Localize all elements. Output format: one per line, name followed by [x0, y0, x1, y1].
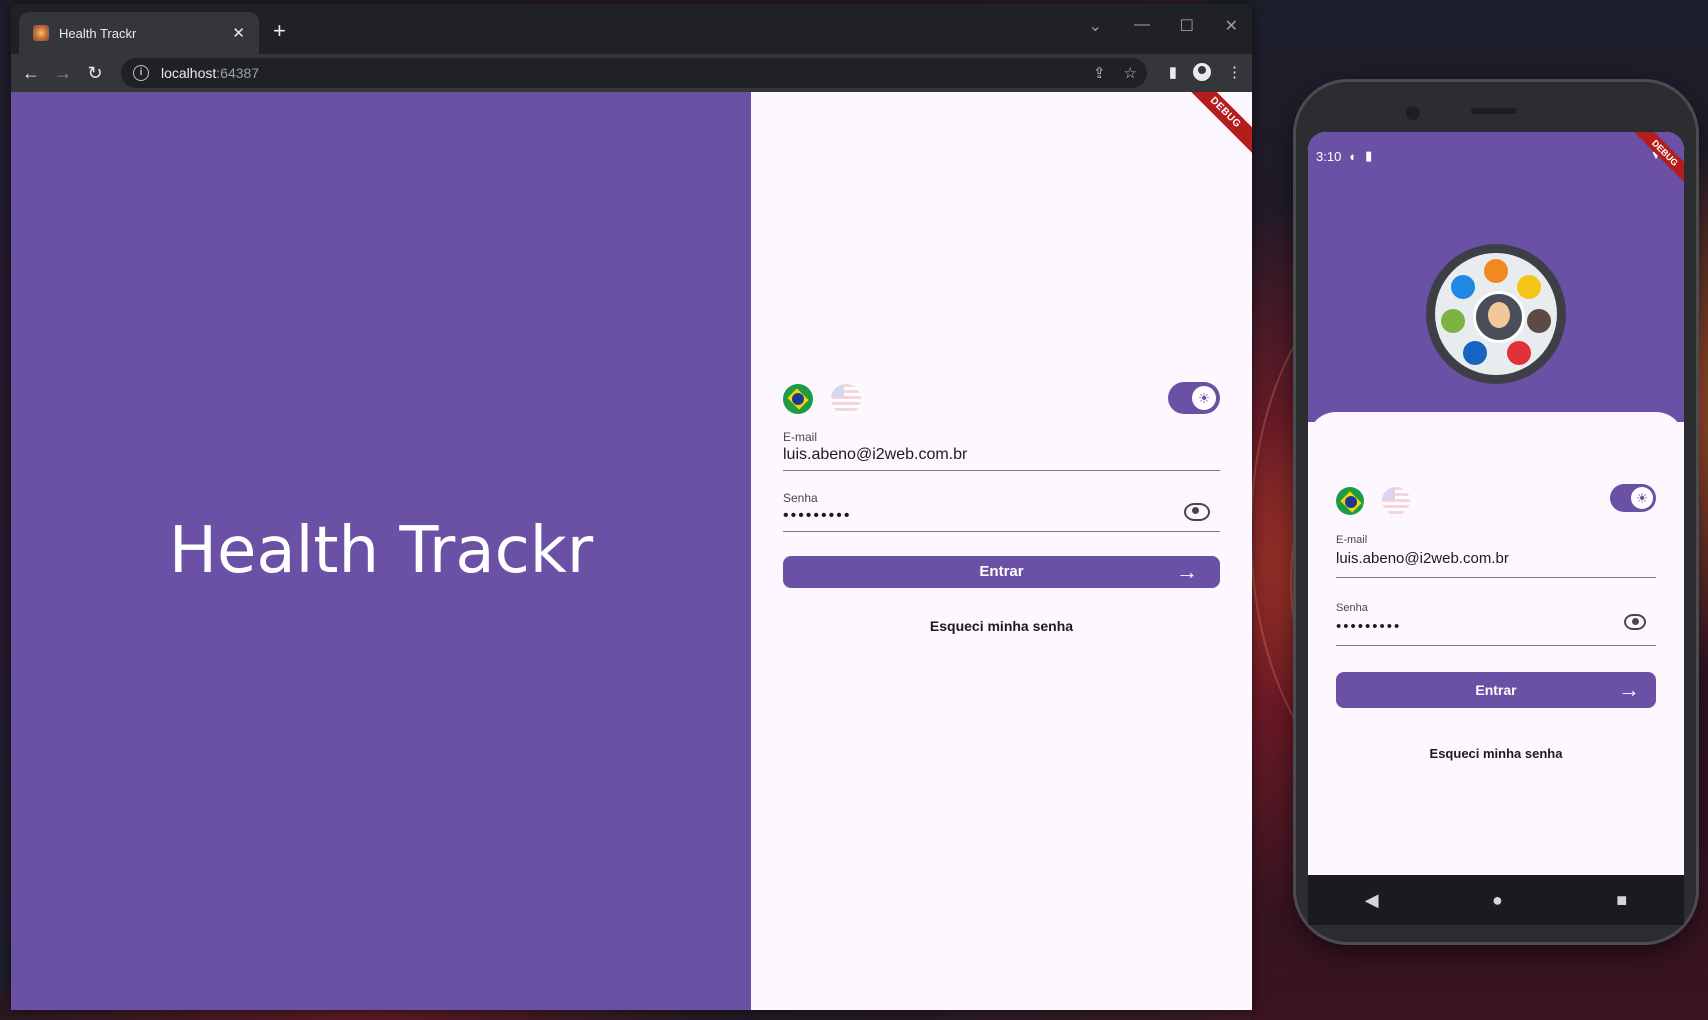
email-value[interactable]: luis.abeno@i2web.com.br: [1336, 550, 1656, 567]
phone-login-sheet: ☀ E-mail luis.abeno@i2web.com.br Senha •…: [1308, 412, 1684, 875]
email-value[interactable]: luis.abeno@i2web.com.br: [783, 446, 1220, 464]
us-flag-icon[interactable]: [831, 384, 861, 414]
maximize-button[interactable]: ☐: [1180, 16, 1194, 36]
phone-camera: [1406, 106, 1420, 120]
status-time: 3:10: [1316, 148, 1342, 164]
email-label: E-mail: [783, 430, 818, 444]
browser-window: Health Trackr ✕ + ⌄ — ☐ ✕ ← → ↻ i localh…: [11, 4, 1252, 1010]
phone-theme-toggle[interactable]: ☀: [1610, 484, 1656, 512]
avatar: [1473, 291, 1525, 343]
home-nav-icon[interactable]: ●: [1492, 890, 1503, 911]
sim-icon: ▮: [1365, 148, 1373, 163]
heart-icon: [1507, 341, 1531, 365]
eye-icon[interactable]: [1184, 503, 1210, 521]
sidepanel-icon[interactable]: ▮: [1169, 63, 1177, 81]
phone-email-field[interactable]: E-mail luis.abeno@i2web.com.br: [1336, 534, 1656, 578]
bottle-icon: [1451, 275, 1475, 299]
phone-header: 3:10 ◐ ▮ ▼ ▮ DEBUG: [1308, 132, 1684, 422]
url-text: localhost:64387: [161, 65, 260, 81]
brand-panel: Health Trackr: [11, 92, 751, 1010]
favicon-icon: [33, 25, 49, 41]
new-tab-button[interactable]: +: [273, 18, 286, 44]
browser-tab[interactable]: Health Trackr ✕: [19, 12, 259, 54]
bike-icon: [1441, 309, 1465, 333]
back-icon[interactable]: ←: [15, 63, 47, 84]
phone-language-row: ☀: [1336, 484, 1656, 518]
email-label: E-mail: [1336, 534, 1368, 546]
phone-emulator: 3:10 ◐ ▮ ▼ ▮ DEBUG: [1296, 82, 1696, 942]
password-label: Senha: [1336, 602, 1368, 614]
share-icon[interactable]: ⇪: [1093, 64, 1106, 82]
login-button-label: Entrar: [979, 563, 1024, 580]
scale-icon: [1517, 275, 1541, 299]
brazil-flag-icon[interactable]: [1336, 487, 1364, 515]
password-value[interactable]: •••••••••: [1336, 618, 1656, 635]
forgot-password-link[interactable]: Esqueci minha senha: [783, 618, 1220, 634]
brand-title: Health Trackr: [168, 514, 594, 588]
dumbbell-icon: [1463, 341, 1487, 365]
profile-icon[interactable]: [1193, 63, 1211, 81]
close-window-button[interactable]: ✕: [1225, 16, 1238, 36]
language-row: ☀: [783, 382, 1220, 416]
status-icon: ◐: [1349, 148, 1358, 164]
address-bar[interactable]: i localhost:64387 ⇪ ☆: [121, 58, 1147, 88]
minimize-button[interactable]: —: [1134, 16, 1150, 34]
login-panel: DEBUG ☀ E-mail luis.abeno@i2web.com.br S…: [751, 92, 1252, 1010]
app-logo: [1426, 244, 1566, 384]
recents-nav-icon[interactable]: ■: [1616, 890, 1627, 911]
plate-icon: [1527, 309, 1551, 333]
status-bar: 3:10 ◐ ▮: [1316, 148, 1372, 164]
login-form: ☀ E-mail luis.abeno@i2web.com.br Senha •…: [783, 382, 1220, 634]
email-field[interactable]: E-mail luis.abeno@i2web.com.br: [783, 430, 1220, 471]
phone-login-form: ☀ E-mail luis.abeno@i2web.com.br Senha •…: [1336, 484, 1656, 761]
login-button[interactable]: Entrar →: [783, 556, 1220, 588]
us-flag-icon[interactable]: [1382, 487, 1410, 515]
arrow-right-icon: →: [1618, 677, 1640, 702]
password-value[interactable]: •••••••••: [783, 507, 1220, 525]
sun-icon: ☀: [1631, 487, 1653, 509]
reload-icon[interactable]: ↻: [79, 63, 111, 84]
phone-screen: 3:10 ◐ ▮ ▼ ▮ DEBUG: [1308, 132, 1684, 875]
debug-banner: DEBUG: [1179, 92, 1252, 159]
apple-icon: [1484, 259, 1508, 283]
phone-login-button[interactable]: Entrar →: [1336, 672, 1656, 708]
info-icon[interactable]: i: [133, 65, 149, 81]
sun-icon: ☀: [1192, 386, 1216, 410]
theme-toggle[interactable]: ☀: [1168, 382, 1220, 414]
password-field[interactable]: Senha •••••••••: [783, 491, 1220, 532]
arrow-right-icon: →: [1176, 559, 1198, 584]
tab-title: Health Trackr: [59, 25, 137, 41]
eye-icon[interactable]: [1624, 614, 1646, 630]
forward-icon[interactable]: →: [47, 63, 79, 84]
brazil-flag-icon[interactable]: [783, 384, 813, 414]
star-icon[interactable]: ☆: [1124, 64, 1137, 82]
tab-bar: Health Trackr ✕ + ⌄ — ☐ ✕: [11, 4, 1252, 54]
login-button-label: Entrar: [1475, 682, 1517, 698]
page-viewport: Health Trackr DEBUG ☀ E-mail luis.abeno@…: [11, 92, 1252, 1010]
close-tab-icon[interactable]: ✕: [232, 24, 245, 42]
password-label: Senha: [783, 491, 818, 505]
back-nav-icon[interactable]: ◀: [1365, 890, 1379, 911]
tab-search-icon[interactable]: ⌄: [1089, 16, 1102, 36]
phone-speaker: [1471, 108, 1517, 114]
phone-forgot-password-link[interactable]: Esqueci minha senha: [1336, 746, 1656, 761]
browser-toolbar: ← → ↻ i localhost:64387 ⇪ ☆ ▮ ⋮: [11, 54, 1252, 92]
menu-icon[interactable]: ⋮: [1227, 63, 1242, 81]
android-nav-bar: ◀ ● ■: [1308, 875, 1684, 925]
phone-password-field[interactable]: Senha •••••••••: [1336, 602, 1656, 646]
